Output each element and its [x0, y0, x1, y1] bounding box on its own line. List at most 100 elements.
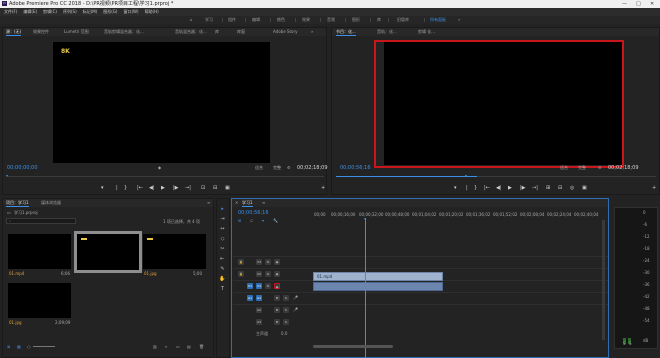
source-overflow-icon[interactable]: »: [311, 28, 313, 36]
timeline-menu-icon[interactable]: ≡: [262, 199, 265, 207]
timeline-scrollbar[interactable]: [313, 345, 393, 348]
timeline-timecode[interactable]: 00;00;56;16: [238, 210, 269, 216]
clear-icon[interactable]: 🗑: [199, 344, 204, 349]
button-editor-button[interactable]: +: [652, 185, 656, 191]
timeline-close-icon[interactable]: ✕: [235, 199, 238, 207]
menu-clip[interactable]: 剪辑(C): [43, 8, 57, 16]
play-button[interactable]: ▶: [508, 185, 512, 191]
go-to-in-button[interactable]: |←: [137, 185, 143, 191]
solo-button[interactable]: S: [283, 319, 289, 325]
timeline-playhead-line[interactable]: [365, 218, 366, 358]
tab-lumetri-scopes[interactable]: Lumetri 范围: [64, 28, 89, 36]
lift-button[interactable]: ⊞: [546, 185, 550, 191]
tab-media-browser[interactable]: 媒体浏览器: [41, 199, 61, 207]
workspace-learn[interactable]: 学习: [205, 16, 213, 24]
mute-button[interactable]: M: [274, 319, 280, 325]
tab-audio-track-mixer[interactable]: 音轨混合器：化...: [175, 28, 207, 36]
tab-audio-clip-mixer[interactable]: 音轨剪辑混合器：化...: [104, 28, 144, 36]
workspace-audio[interactable]: 音频: [327, 16, 335, 24]
thumbnail-zoom-slider[interactable]: [33, 346, 55, 347]
source-fit-dropdown[interactable]: 适合: [255, 165, 263, 171]
razor-tool-icon[interactable]: ✂: [218, 245, 227, 254]
source-playhead-icon[interactable]: ▾: [6, 173, 8, 178]
workspace-all-panels[interactable]: 所有面板: [430, 16, 446, 24]
mark-out-button[interactable]: }: [124, 185, 127, 191]
workspace-assembly[interactable]: 组件: [228, 16, 236, 24]
menu-graphics[interactable]: 图形(G): [103, 8, 117, 16]
tab-library-window[interactable]: 库窗: [237, 28, 245, 36]
sync-lock-icon[interactable]: ⇆: [265, 271, 271, 277]
list-view-icon[interactable]: ≣: [7, 344, 10, 349]
close-button[interactable]: ✕: [650, 0, 654, 8]
mute-button[interactable]: M: [274, 295, 280, 301]
project-item-thumbnail-selected[interactable]: [74, 231, 142, 273]
type-tool-icon[interactable]: T: [218, 285, 227, 294]
workspace-effects[interactable]: 效果: [302, 16, 310, 24]
menu-marker[interactable]: 标记(M): [83, 8, 98, 16]
project-item-thumbnail[interactable]: [143, 234, 206, 269]
pen-tool-icon[interactable]: ✎: [218, 265, 227, 274]
tab-adobe-story[interactable]: Adobe Story: [273, 28, 298, 36]
program-fit-dropdown[interactable]: 适合: [560, 165, 568, 171]
timeline-settings-icon[interactable]: 🔧: [273, 218, 278, 223]
tab-audio-track[interactable]: 音轨：化...: [377, 28, 397, 36]
project-menu-icon[interactable]: ≡: [207, 199, 210, 207]
export-frame-button[interactable]: ▣: [225, 185, 230, 191]
comparison-view-button[interactable]: ◎: [570, 185, 574, 191]
program-resolution-dropdown[interactable]: 完整: [578, 165, 586, 171]
play-button[interactable]: ▶: [161, 185, 165, 191]
source-marker-icon[interactable]: ◆: [158, 165, 161, 170]
project-item-thumbnail[interactable]: [8, 234, 71, 269]
menu-sequence[interactable]: 序列(S): [63, 8, 77, 16]
solo-button[interactable]: S: [283, 295, 289, 301]
snap-icon[interactable]: ⊞: [238, 218, 241, 223]
mark-in-button[interactable]: |: [116, 185, 118, 191]
tab-sequence[interactable]: 学习1: [242, 199, 253, 207]
solo-right-button[interactable]: S: [629, 341, 632, 346]
new-bin-icon[interactable]: ▭: [176, 344, 180, 349]
tab-source[interactable]: 源：(无): [6, 28, 22, 36]
tab-clip[interactable]: 剪辑 化...: [418, 28, 435, 36]
step-forward-button[interactable]: |▶: [173, 185, 179, 191]
step-back-button[interactable]: ◀|: [149, 185, 155, 191]
menu-help[interactable]: 帮助(H): [145, 8, 159, 16]
source-resolution-dropdown[interactable]: 完整: [273, 165, 281, 171]
source-scrub-bar[interactable]: [7, 176, 324, 177]
program-settings-icon[interactable]: ⚙: [598, 165, 602, 170]
ripple-edit-tool-icon[interactable]: ↔: [218, 225, 227, 234]
hand-tool-icon[interactable]: ✋: [218, 275, 227, 284]
workspace-editing[interactable]: 编辑: [252, 16, 260, 24]
solo-left-button[interactable]: S: [623, 341, 626, 346]
master-volume-value[interactable]: 0.0: [281, 331, 287, 336]
extract-button[interactable]: ⊟: [558, 185, 562, 191]
project-item-thumbnail[interactable]: [8, 283, 71, 318]
track-select-tool-icon[interactable]: ⇥: [218, 215, 227, 224]
track-lock-icon[interactable]: 🔒: [238, 271, 244, 277]
tab-effect-controls[interactable]: 效果控件: [33, 28, 49, 36]
tab-libraries[interactable]: 库: [215, 28, 219, 36]
rate-stretch-tool-icon[interactable]: ◇: [218, 235, 227, 244]
program-playhead-icon[interactable]: ▾: [465, 173, 467, 178]
source-patch-v1[interactable]: V1: [247, 283, 253, 289]
insert-button[interactable]: ⊡: [201, 185, 205, 191]
workspace-libraries[interactable]: 库: [377, 16, 381, 24]
tab-project[interactable]: 项目：学习1: [6, 199, 29, 207]
mute-button[interactable]: M: [274, 307, 280, 313]
toggle-output-icon[interactable]: ◉: [274, 259, 280, 265]
toggle-output-icon[interactable]: ◉: [274, 271, 280, 277]
go-to-out-button[interactable]: →|: [532, 185, 538, 191]
add-marker-button[interactable]: ▾: [454, 185, 457, 191]
step-back-button[interactable]: ◀|: [496, 185, 502, 191]
maximize-button[interactable]: □: [636, 0, 641, 8]
source-patch-a1[interactable]: A1: [247, 295, 253, 301]
new-item-icon[interactable]: ▤: [187, 344, 191, 349]
add-marker-button[interactable]: ▾: [101, 185, 104, 191]
slip-tool-icon[interactable]: ⇤: [218, 255, 227, 264]
go-to-in-button[interactable]: |←: [484, 185, 490, 191]
add-marker-icon[interactable]: ▾: [262, 218, 264, 223]
project-search-input[interactable]: ⌕: [6, 218, 76, 224]
selection-tool-icon[interactable]: ▸: [218, 205, 227, 214]
menu-window[interactable]: 窗口(W): [123, 8, 138, 16]
sync-lock-icon[interactable]: ⇆: [265, 259, 271, 265]
zoom-out-icon[interactable]: ○: [27, 344, 31, 349]
